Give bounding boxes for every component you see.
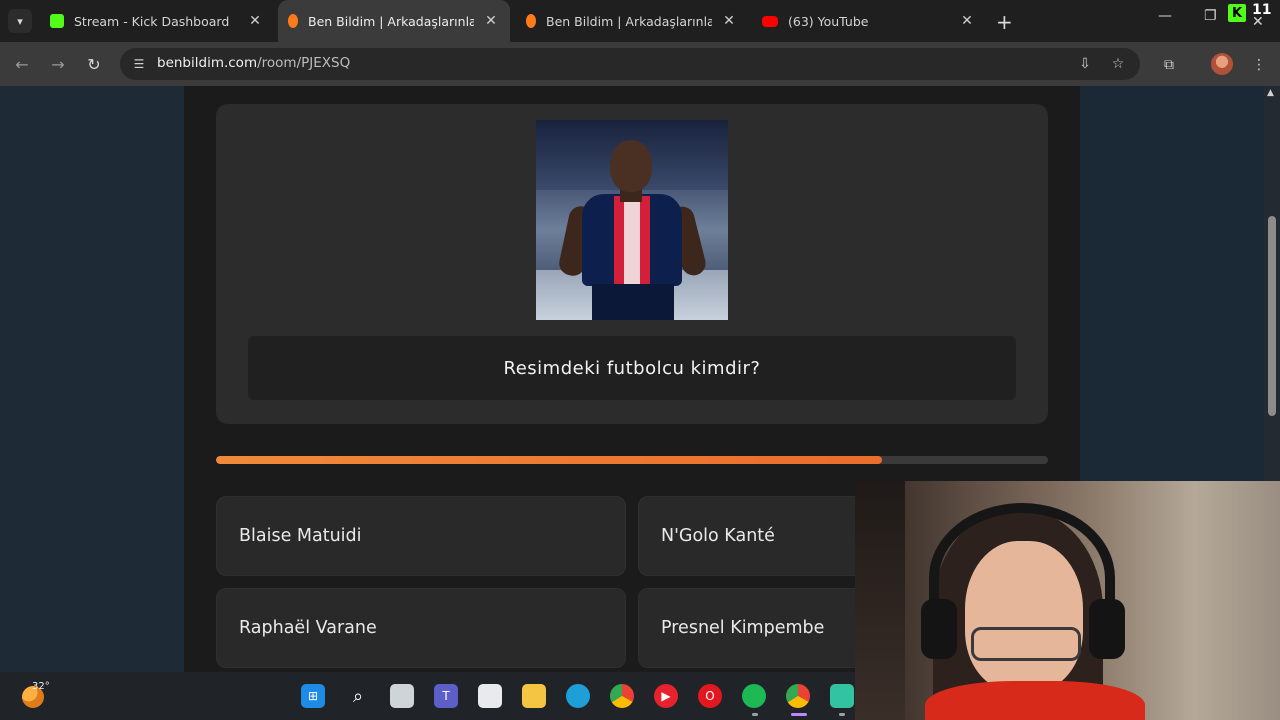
reload-icon[interactable]: ↻ (82, 52, 106, 76)
menu-kebab-icon[interactable]: ⋮ (1248, 54, 1270, 76)
youtube-icon (762, 15, 778, 27)
url-text[interactable]: benbildim.com/room/PJEXSQ (157, 55, 350, 71)
tab-close-icon[interactable]: ✕ (720, 13, 738, 29)
new-tab-button[interactable]: + (996, 10, 1013, 34)
windows-start-icon[interactable]: ⊞ (301, 684, 325, 708)
streamlabs-icon[interactable] (830, 684, 854, 708)
tab-close-icon[interactable]: ✕ (958, 13, 976, 29)
windows-taskbar: 32° ⊞ ⌕ T ▶ O (0, 672, 855, 720)
scroll-up-arrow-icon[interactable]: ▲ (1267, 88, 1274, 98)
answer-label: Presnel Kimpembe (661, 618, 825, 638)
restore-icon[interactable]: ❐ (1204, 8, 1217, 24)
running-indicator (752, 713, 758, 716)
site-settings-icon[interactable]: ☰ (130, 55, 148, 73)
teams-icon[interactable]: T (434, 684, 458, 708)
tab-benbildim[interactable]: Ben Bildim | Arkadaşlarınla Onli ✕ (516, 0, 748, 42)
scrollbar-thumb[interactable] (1268, 216, 1276, 416)
running-indicator (839, 713, 845, 716)
minimize-icon[interactable]: — (1158, 8, 1172, 24)
webcam-overlay (855, 481, 1280, 720)
tab-search-button[interactable]: ▾ (8, 9, 32, 33)
browser-toolbar: ← → ↻ ☰ benbildim.com/room/PJEXSQ ⇩ ☆ ⧉ … (0, 42, 1280, 86)
chrome-profile-icon[interactable] (786, 684, 810, 708)
tab-kick-dashboard[interactable]: Stream - Kick Dashboard ✕ (40, 0, 274, 42)
answer-label: Blaise Matuidi (239, 526, 362, 546)
address-bar[interactable]: ☰ benbildim.com/room/PJEXSQ ⇩ ☆ (120, 48, 1140, 80)
close-window-icon[interactable]: ✕ (1252, 14, 1264, 30)
timer-progress-bar (216, 456, 1048, 464)
file-explorer-icon[interactable] (522, 684, 546, 708)
search-icon[interactable]: ⌕ (346, 684, 370, 708)
question-card: Resimdeki futbolcu kimdir? (216, 104, 1048, 424)
page-left-margin (0, 86, 184, 672)
benbildim-icon (526, 14, 536, 28)
task-view-icon[interactable] (390, 684, 414, 708)
question-text: Resimdeki futbolcu kimdir? (503, 357, 761, 379)
back-icon[interactable]: ← (10, 52, 34, 76)
extensions-icon[interactable]: ⧉ (1158, 54, 1180, 76)
answer-option-3[interactable]: Raphaël Varane (216, 588, 626, 668)
tab-close-icon[interactable]: ✕ (246, 13, 264, 29)
youtube-music-icon[interactable]: ▶ (654, 684, 678, 708)
tab-youtube[interactable]: (63) YouTube ✕ (752, 0, 986, 42)
question-text-box: Resimdeki futbolcu kimdir? (248, 336, 1016, 400)
bookmark-star-icon[interactable]: ☆ (1108, 54, 1128, 74)
weather-temperature: 32° (32, 681, 50, 692)
forward-icon[interactable]: → (46, 52, 70, 76)
kick-icon (50, 14, 64, 28)
profile-avatar[interactable] (1211, 53, 1233, 75)
timer-progress-fill (216, 456, 882, 464)
answer-label: N'Golo Kanté (661, 526, 775, 546)
active-app-indicator (791, 713, 807, 716)
tab-close-icon[interactable]: ✕ (482, 13, 500, 29)
answer-option-1[interactable]: Blaise Matuidi (216, 496, 626, 576)
chrome-icon[interactable] (610, 684, 634, 708)
install-app-icon[interactable]: ⇩ (1075, 54, 1095, 74)
kick-tray-icon[interactable]: K (1228, 4, 1246, 22)
tab-strip: ▾ Stream - Kick Dashboard ✕ Ben Bildim |… (0, 0, 1280, 42)
answer-label: Raphaël Varane (239, 618, 377, 638)
opera-icon[interactable]: O (698, 684, 722, 708)
spotify-icon[interactable] (742, 684, 766, 708)
benbildim-icon (288, 14, 298, 28)
question-image-footballer (536, 120, 728, 320)
store-icon[interactable] (478, 684, 502, 708)
tab-benbildim-active[interactable]: Ben Bildim | Arkadaşlarınla Onli ✕ (278, 0, 510, 42)
edge-icon[interactable] (566, 684, 590, 708)
